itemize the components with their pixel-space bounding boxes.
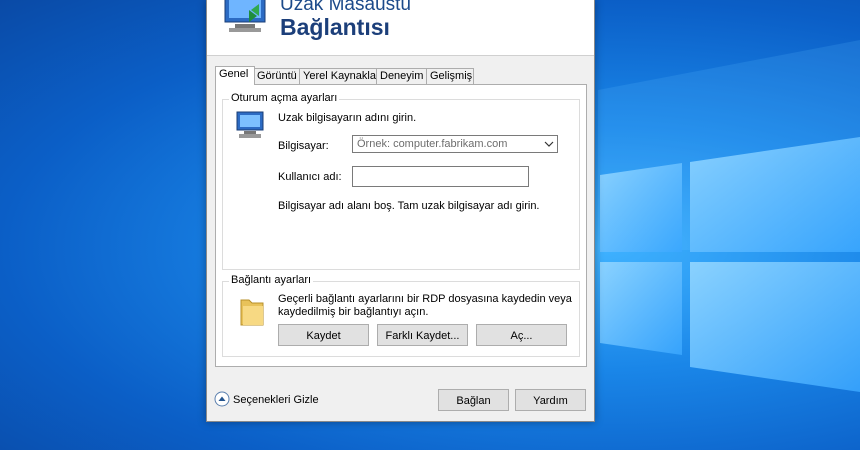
hide-options-link[interactable]: Seçenekleri Gizle — [233, 394, 319, 406]
open-button[interactable]: Aç... — [476, 324, 567, 346]
rdp-dialog: Uzak Masaüstü Bağlantısı Genel Görüntü Y… — [206, 0, 595, 422]
logon-settings-group: Oturum açma ayarları Uzak bilgisayarın a… — [222, 92, 580, 270]
connect-button[interactable]: Bağlan — [438, 389, 509, 411]
error-message: Bilgisayar adı alanı boş. Tam uzak bilgi… — [278, 200, 540, 212]
connection-settings-label: Bağlantı ayarları — [229, 274, 314, 286]
tab-panel-genel: Oturum açma ayarları Uzak bilgisayarın a… — [215, 84, 587, 367]
connection-description-line2: kaydedilmiş bir bağlantıyı açın. — [278, 306, 429, 318]
instruction-text: Uzak bilgisayarın adını girin. — [278, 112, 417, 124]
dialog-title-line2: Bağlantısı — [280, 14, 390, 40]
save-button[interactable]: Kaydet — [278, 324, 369, 346]
username-input[interactable] — [352, 166, 529, 187]
help-button[interactable]: Yardım — [515, 389, 586, 411]
save-as-button[interactable]: Farklı Kaydet... — [377, 324, 468, 346]
tab-gelismis[interactable]: Gelişmiş — [426, 68, 474, 84]
folder-icon — [240, 299, 264, 326]
connection-description-line1: Geçerli bağlantı ayarlarını bir RDP dosy… — [278, 293, 572, 305]
remote-desktop-icon — [224, 0, 266, 32]
computer-icon — [236, 111, 264, 138]
tab-goruntu[interactable]: Görüntü — [253, 68, 301, 84]
dialog-banner: Uzak Masaüstü Bağlantısı — [207, 0, 594, 56]
computer-placeholder: Örnek: computer.fabrikam.com — [357, 138, 508, 150]
connection-settings-group: Bağlantı ayarları Geçerli bağlantı ayarl… — [222, 274, 580, 357]
chevron-down-icon[interactable] — [544, 139, 554, 149]
tab-deneyim[interactable]: Deneyim — [376, 68, 429, 84]
hide-options-icon[interactable] — [214, 391, 230, 407]
computer-combobox[interactable]: Örnek: computer.fabrikam.com — [352, 135, 558, 153]
tab-yerel-kaynaklar[interactable]: Yerel Kaynaklar — [299, 68, 380, 84]
tab-genel[interactable]: Genel — [215, 66, 255, 85]
logon-settings-label: Oturum açma ayarları — [229, 92, 340, 104]
username-label: Kullanıcı adı: — [278, 171, 342, 183]
computer-label: Bilgisayar: — [278, 140, 329, 152]
